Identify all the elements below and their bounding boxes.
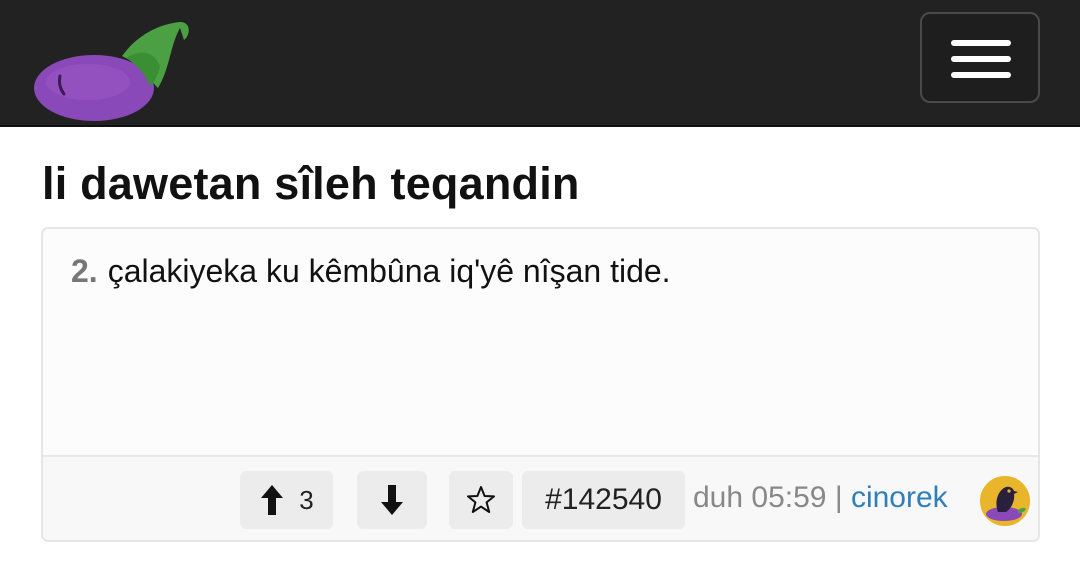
post-id-link[interactable]: #142540 bbox=[522, 471, 685, 529]
crow-eggplant-avatar bbox=[980, 476, 1030, 526]
hamburger-icon-bar bbox=[951, 72, 1011, 78]
upvote-count: 3 bbox=[299, 484, 314, 515]
eggplant-icon[interactable] bbox=[30, 16, 195, 124]
author-link[interactable]: cinorek bbox=[851, 481, 948, 514]
author-avatar[interactable] bbox=[980, 476, 1030, 526]
page-title: li dawetan sîleh teqandin bbox=[42, 158, 580, 209]
upvote-button[interactable]: 3 bbox=[240, 471, 333, 529]
arrow-down-icon bbox=[381, 485, 403, 515]
menu-button[interactable] bbox=[920, 12, 1040, 103]
navbar bbox=[0, 0, 1080, 127]
post-number: 2. bbox=[71, 253, 98, 289]
hamburger-icon bbox=[951, 40, 1011, 46]
post-meta: duh 05:59 | cinorek bbox=[693, 481, 948, 515]
hamburger-icon-bar bbox=[951, 56, 1011, 62]
meta-separator: | bbox=[834, 481, 843, 514]
post-footer: 3 #142540 duh 05:59 | cinorek bbox=[43, 455, 1038, 540]
arrow-up-icon bbox=[261, 485, 284, 515]
post-body: 2. çalakiyeka ku kêmbûna iq'yê nîşan tide… bbox=[43, 229, 1038, 455]
favorite-button[interactable] bbox=[449, 471, 513, 529]
post-text: çalakiyeka ku kêmbûna iq'yê nîşan tide. bbox=[107, 253, 671, 289]
downvote-button[interactable] bbox=[357, 471, 427, 529]
post-card: 2. çalakiyeka ku kêmbûna iq'yê nîşan tide… bbox=[41, 227, 1040, 542]
star-outline-icon bbox=[467, 486, 495, 513]
post-time: duh 05:59 bbox=[693, 481, 827, 514]
